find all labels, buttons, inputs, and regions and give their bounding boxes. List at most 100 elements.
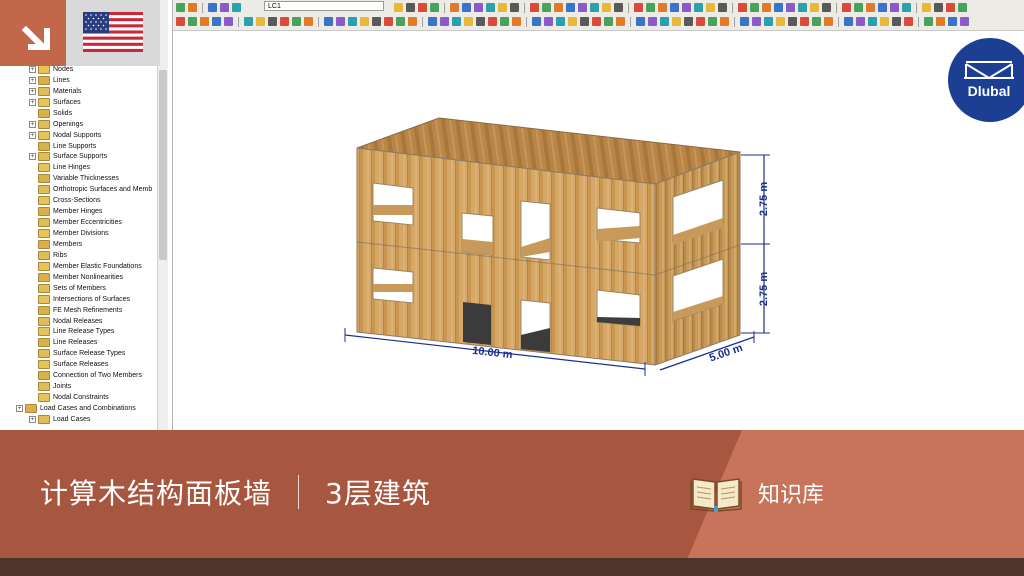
toolbar-button-icon[interactable] [660,17,669,26]
toolbar-button-icon[interactable] [706,3,715,12]
toolbar-button-icon[interactable] [658,3,667,12]
toolbar-button-icon[interactable] [684,17,693,26]
toolbar-button-icon[interactable] [604,17,613,26]
navigator-item[interactable]: + Surfaces [0,97,157,108]
navigator-item[interactable]: + Surface Supports [0,152,157,163]
toolbar-button-icon[interactable] [708,17,717,26]
toolbar-button-icon[interactable] [348,17,357,26]
expand-icon[interactable]: + [29,65,36,73]
toolbar-button-icon[interactable] [718,3,727,12]
toolbar-button-icon[interactable] [232,3,241,12]
toolbar-button-icon[interactable] [720,17,729,26]
toolbar-button-icon[interactable] [360,17,369,26]
toolbar-button-icon[interactable] [776,17,785,26]
navigator-item[interactable]: Member Divisions [0,228,157,239]
toolbar-button-icon[interactable] [176,17,185,26]
toolbar-button-icon[interactable] [304,17,313,26]
toolbar-button-icon[interactable] [960,17,969,26]
toolbar-button-icon[interactable] [878,3,887,12]
toolbar-button-icon[interactable] [590,3,599,12]
toolbar-button-icon[interactable] [634,3,643,12]
navigator-item[interactable]: FE Mesh Refinements [0,305,157,316]
toolbar-button-icon[interactable] [532,17,541,26]
toolbar-button-icon[interactable] [498,3,507,12]
language-flag[interactable] [66,0,160,66]
toolbar-button-icon[interactable] [554,3,563,12]
navigator-scrollbar-thumb[interactable] [159,70,167,260]
toolbar-button-icon[interactable] [788,17,797,26]
toolbar-button-icon[interactable] [212,17,221,26]
toolbar-button-icon[interactable] [408,17,417,26]
expand-icon[interactable]: + [29,98,36,106]
navigator-item[interactable]: Member Nonlinearities [0,272,157,283]
toolbar-button-icon[interactable] [774,3,783,12]
toolbar-button-icon[interactable] [488,17,497,26]
toolbar-button-icon[interactable] [452,17,461,26]
navigator-item[interactable]: Surface Releases [0,359,157,370]
navigator-item[interactable]: Members [0,239,157,250]
toolbar-button-icon[interactable] [902,3,911,12]
toolbar-button-icon[interactable] [220,3,229,12]
expand-icon[interactable]: + [29,415,36,423]
toolbar-button-icon[interactable] [464,17,473,26]
toolbar-button-icon[interactable] [924,17,933,26]
toolbar-button-icon[interactable] [670,3,679,12]
toolbar-button-icon[interactable] [614,3,623,12]
toolbar-button-icon[interactable] [418,3,427,12]
toolbar-button-icon[interactable] [372,17,381,26]
toolbar-button-icon[interactable] [934,3,943,12]
expand-icon[interactable]: + [29,153,36,161]
toolbar-button-icon[interactable] [856,17,865,26]
toolbar-button-icon[interactable] [200,17,209,26]
toolbar-button-icon[interactable] [798,3,807,12]
toolbar-button-icon[interactable] [224,17,233,26]
toolbar-button-icon[interactable] [738,3,747,12]
toolbar-button-icon[interactable] [800,17,809,26]
toolbar-button-icon[interactable] [822,3,831,12]
toolbar-button-icon[interactable] [786,3,795,12]
toolbar-button-icon[interactable] [556,17,565,26]
toolbar-button-icon[interactable] [936,17,945,26]
toolbar-button-icon[interactable] [396,17,405,26]
navigator-item[interactable]: + Load Cases and Combinations [0,403,157,414]
navigator-item[interactable]: + Lines [0,75,157,86]
navigator-item[interactable]: Solids [0,108,157,119]
toolbar-button-icon[interactable] [646,3,655,12]
toolbar-button-icon[interactable] [474,3,483,12]
toolbar-button-icon[interactable] [740,17,749,26]
navigator-item[interactable]: Line Hinges [0,162,157,173]
toolbar-button-icon[interactable] [406,3,415,12]
toolbar-button-icon[interactable] [450,3,459,12]
toolbar-button-icon[interactable] [188,3,197,12]
toolbar-button-icon[interactable] [384,17,393,26]
toolbar-button-icon[interactable] [616,17,625,26]
toolbar-button-icon[interactable] [810,3,819,12]
toolbar-button-icon[interactable] [682,3,691,12]
toolbar-button-icon[interactable] [500,17,509,26]
toolbar-button-icon[interactable] [292,17,301,26]
toolbar-button-icon[interactable] [566,3,575,12]
toolbar-button-icon[interactable] [428,17,437,26]
navigator-item[interactable]: Connection of Two Members [0,370,157,381]
navigator-item[interactable]: + Load Cases [0,414,157,425]
toolbar-button-icon[interactable] [904,17,913,26]
toolbar-button-icon[interactable] [842,3,851,12]
navigator-item[interactable]: Line Releases [0,337,157,348]
toolbar-button-icon[interactable] [948,17,957,26]
toolbar-button-icon[interactable] [890,3,899,12]
toolbar-button-icon[interactable] [280,17,289,26]
toolbar-button-icon[interactable] [764,17,773,26]
knowledge-base-link[interactable]: 知识库 [690,471,824,515]
toolbar-button-icon[interactable] [568,17,577,26]
expand-icon[interactable]: + [29,76,36,84]
toolbar-button-icon[interactable] [188,17,197,26]
dlubal-logo[interactable]: Dlubal [946,38,1024,122]
toolbar-button-icon[interactable] [854,3,863,12]
toolbar-button-icon[interactable] [510,3,519,12]
toolbar-button-icon[interactable] [868,17,877,26]
toolbar-button-icon[interactable] [580,17,589,26]
toolbar-button-icon[interactable] [880,17,889,26]
navigator-item[interactable]: Intersections of Surfaces [0,294,157,305]
toolbar-button-icon[interactable] [476,17,485,26]
expand-icon[interactable]: + [29,87,36,95]
